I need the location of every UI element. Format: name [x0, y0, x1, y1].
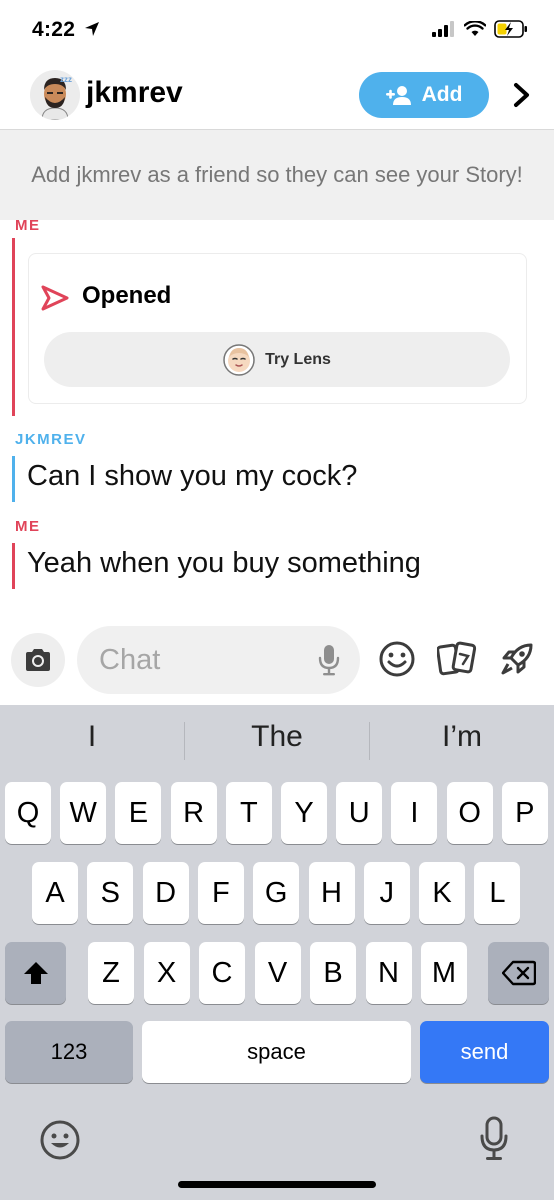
- key-i[interactable]: I: [391, 782, 438, 844]
- lens-face-icon: [223, 343, 255, 376]
- chat-username[interactable]: jkmrev: [86, 76, 183, 110]
- key-p[interactable]: P: [501, 782, 548, 844]
- message-bar-me: [12, 238, 15, 416]
- key-s[interactable]: S: [87, 862, 134, 924]
- rocket-icon[interactable]: [498, 640, 536, 678]
- sent-arrow-icon: [41, 285, 69, 311]
- microphone-icon[interactable]: [318, 644, 340, 676]
- status-icons: [432, 20, 528, 38]
- try-lens-label: Try Lens: [265, 350, 331, 368]
- shift-icon: [23, 962, 48, 984]
- emoji-keyboard-icon[interactable]: [38, 1118, 82, 1162]
- space-key[interactable]: space: [142, 1021, 411, 1083]
- home-indicator: [178, 1181, 376, 1188]
- suggestion-1[interactable]: I: [0, 720, 184, 754]
- sender-label-me: ME: [15, 518, 41, 535]
- signal-icon: [432, 21, 454, 37]
- add-friend-banner: Add jkmrev as a friend so they can see y…: [0, 130, 554, 220]
- add-friend-button[interactable]: Add: [359, 72, 489, 118]
- key-u[interactable]: U: [336, 782, 383, 844]
- key-b[interactable]: B: [310, 942, 356, 1004]
- emoji-icon[interactable]: [378, 640, 416, 678]
- key-n[interactable]: N: [365, 942, 412, 1004]
- key-h[interactable]: H: [308, 862, 355, 924]
- camera-button[interactable]: [11, 633, 65, 687]
- key-l[interactable]: L: [474, 862, 521, 924]
- location-arrow-icon: [85, 22, 100, 36]
- try-lens-button[interactable]: Try Lens: [44, 332, 510, 387]
- backspace-icon: [501, 960, 536, 986]
- key-y[interactable]: Y: [281, 782, 327, 844]
- key-c[interactable]: C: [199, 942, 245, 1004]
- chevron-right-icon[interactable]: [510, 80, 534, 110]
- suggestion-3[interactable]: I’m: [370, 720, 554, 754]
- sender-label-them: JKMREV: [15, 431, 87, 448]
- message-text: Can I show you my cock?: [27, 460, 358, 492]
- message-text: Yeah when you buy something: [27, 547, 421, 579]
- numbers-key[interactable]: 123: [5, 1021, 133, 1083]
- svg-text:zzz: zzz: [60, 75, 72, 84]
- sender-label-me: ME: [15, 217, 41, 234]
- shift-key[interactable]: [5, 942, 66, 1004]
- key-z[interactable]: Z: [88, 942, 134, 1004]
- key-e[interactable]: E: [115, 782, 162, 844]
- banner-text: Add jkmrev as a friend so they can see y…: [31, 162, 523, 187]
- wifi-icon: [464, 21, 486, 36]
- key-o[interactable]: O: [446, 782, 493, 844]
- camera-icon: [26, 649, 50, 671]
- sticker-cards-icon[interactable]: [437, 640, 477, 678]
- message-bar-me: [12, 543, 15, 589]
- key-v[interactable]: V: [254, 942, 301, 1004]
- key-d[interactable]: D: [142, 862, 189, 924]
- key-a[interactable]: A: [32, 862, 78, 924]
- add-friend-icon: [385, 86, 411, 105]
- dictation-microphone-icon[interactable]: [479, 1116, 509, 1162]
- key-q[interactable]: Q: [5, 782, 51, 844]
- key-g[interactable]: G: [253, 862, 300, 924]
- status-time: 4:22: [32, 18, 100, 42]
- backspace-key[interactable]: [488, 942, 549, 1004]
- snap-status: Opened: [82, 282, 172, 309]
- key-x[interactable]: X: [143, 942, 190, 1004]
- add-friend-label: Add: [421, 83, 463, 106]
- battery-charging-icon: [494, 20, 527, 38]
- key-r[interactable]: R: [170, 782, 217, 844]
- key-w[interactable]: W: [60, 782, 107, 844]
- bitmoji-icon: zzz: [30, 70, 80, 120]
- key-j[interactable]: J: [363, 862, 410, 924]
- key-t[interactable]: T: [225, 782, 272, 844]
- avatar[interactable]: zzz: [30, 70, 80, 120]
- key-k[interactable]: K: [419, 862, 466, 924]
- suggestion-2[interactable]: The: [185, 720, 369, 754]
- message-bar-them: [12, 456, 15, 502]
- key-f[interactable]: F: [197, 862, 244, 924]
- chat-placeholder: Chat: [99, 643, 161, 676]
- send-key[interactable]: send: [420, 1021, 549, 1083]
- key-m[interactable]: M: [421, 942, 467, 1004]
